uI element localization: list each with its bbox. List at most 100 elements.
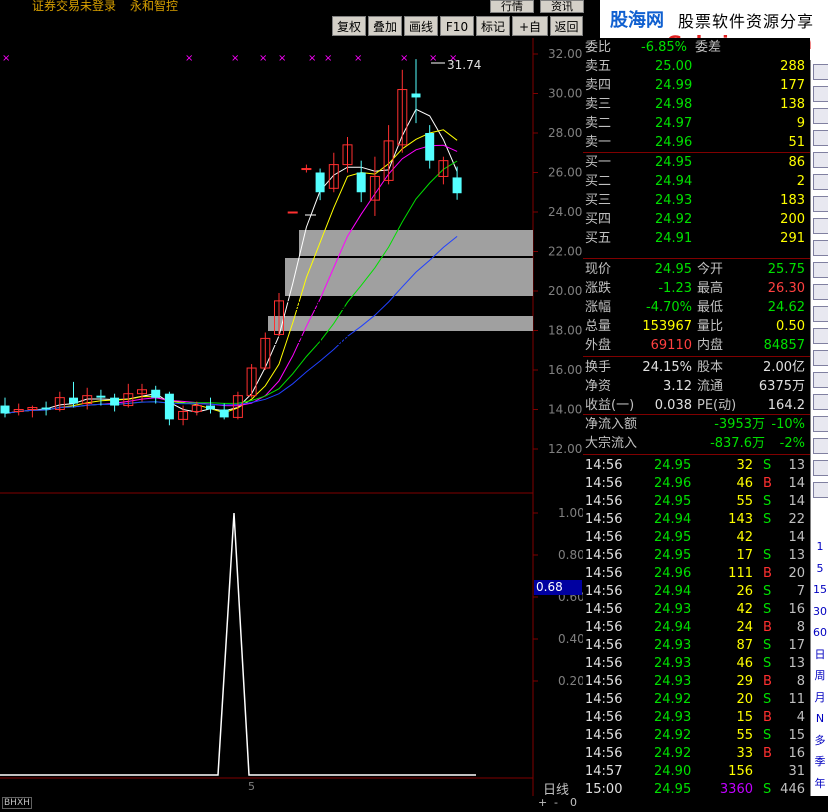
zone-lower-label: 17.94 - 18.80 bbox=[270, 334, 351, 348]
period-button[interactable]: 周 bbox=[813, 669, 827, 683]
order-price: 24.92 bbox=[655, 212, 693, 227]
period-button[interactable]: 1 bbox=[813, 540, 827, 554]
tick-count: 17 bbox=[788, 638, 805, 653]
period-button[interactable]: 多 bbox=[813, 734, 827, 748]
fundamental-row: 换手 24.15% 股本 2.00亿 bbox=[583, 358, 810, 377]
ring-icon[interactable] bbox=[813, 328, 828, 344]
bank-icon[interactable] bbox=[813, 394, 828, 410]
order-ratio-value: -6.85% bbox=[641, 40, 687, 55]
tick-price: 24.94 bbox=[654, 584, 692, 599]
flow-row: 净流入额 -3953万 -10% bbox=[583, 415, 810, 434]
self-icon[interactable] bbox=[813, 262, 828, 278]
reset-zoom-button[interactable]: 0 bbox=[570, 796, 577, 809]
trend-icon[interactable] bbox=[813, 130, 828, 146]
ask-row[interactable]: 卖二 24.97 9 bbox=[583, 114, 810, 133]
number-icon[interactable] bbox=[813, 196, 828, 212]
quote-value: 24.95 bbox=[654, 262, 692, 277]
period-button[interactable]: 季 bbox=[813, 755, 827, 769]
tick-time: 14:56 bbox=[585, 476, 623, 491]
tick-count: 22 bbox=[788, 512, 805, 527]
tick-side: B bbox=[763, 746, 772, 761]
tick-price: 24.93 bbox=[654, 638, 692, 653]
info-button[interactable]: 资讯 bbox=[540, 0, 584, 13]
f10-icon[interactable] bbox=[813, 218, 828, 234]
tick-side: S bbox=[763, 548, 772, 563]
wave-icon[interactable] bbox=[813, 350, 828, 366]
bid-row[interactable]: 买一 24.95 86 bbox=[583, 153, 810, 172]
f10-button[interactable]: F10 bbox=[440, 16, 474, 36]
period-button[interactable]: 年 bbox=[813, 777, 827, 791]
tick-volume: 55 bbox=[736, 728, 753, 743]
fundamental-value: 0.038 bbox=[654, 398, 692, 413]
flow-label: 净流入额 bbox=[585, 417, 638, 432]
back-button[interactable]: 返回 bbox=[550, 16, 583, 36]
candle-body-down bbox=[315, 172, 325, 193]
restore-rights-button[interactable]: 复权 bbox=[332, 16, 366, 36]
f2-icon[interactable] bbox=[813, 284, 828, 300]
order-diff-label: 委差 bbox=[695, 40, 722, 55]
tick-side: S bbox=[763, 458, 772, 473]
tick-volume: 24 bbox=[736, 620, 753, 635]
period-button[interactable]: 30 bbox=[813, 605, 827, 619]
tick-count: 20 bbox=[788, 566, 805, 581]
chart-icon[interactable] bbox=[813, 152, 828, 168]
period-button[interactable]: 5 bbox=[813, 562, 827, 576]
tick-volume: 46 bbox=[736, 656, 753, 671]
bid-row[interactable]: 买三 24.93 183 bbox=[583, 191, 810, 210]
bid-row[interactable]: 买四 24.92 200 bbox=[583, 210, 810, 229]
fx-icon[interactable] bbox=[813, 306, 828, 322]
tick-count: 4 bbox=[796, 710, 805, 725]
rsi-icon[interactable] bbox=[813, 372, 828, 388]
tick-side: S bbox=[763, 584, 772, 599]
price-axis: 32.00 30.00 28.00 26.00 24.00 22.00 20.00 18.00… bbox=[533, 47, 582, 456]
tick-side: S bbox=[763, 656, 772, 671]
login-status: 证券交易未登录 bbox=[32, 0, 117, 13]
order-volume: 177 bbox=[780, 78, 805, 93]
bar-icon[interactable] bbox=[813, 174, 828, 190]
tick-volume: 156 bbox=[728, 764, 753, 779]
f5-icon[interactable] bbox=[813, 460, 828, 476]
move-icon[interactable] bbox=[813, 416, 828, 432]
indicator-tick-label: 1.00 bbox=[558, 506, 583, 520]
fundamental-label: 收益(一) bbox=[585, 398, 635, 413]
tick-time: 14:56 bbox=[585, 548, 623, 563]
tick-side: B bbox=[763, 620, 772, 635]
quote-value: -1.23 bbox=[658, 281, 692, 296]
period-button[interactable]: N bbox=[813, 712, 827, 726]
pen-icon[interactable] bbox=[813, 438, 828, 454]
kline-chart[interactable]: × × × × × × × × × × × 32.0030.0028.0026.0024.0022.… bbox=[0, 38, 583, 796]
add-watchlist-button[interactable]: +自选 bbox=[512, 16, 548, 54]
quote-row: 涨幅 -4.70% 最低 24.62 bbox=[583, 298, 810, 317]
tick-volume: 55 bbox=[736, 494, 753, 509]
quote-value: 153967 bbox=[642, 319, 692, 334]
ask-row[interactable]: 卖一 24.96 51 bbox=[583, 133, 810, 152]
ask-row[interactable]: 卖三 24.98 138 bbox=[583, 95, 810, 114]
zoom-out-button[interactable]: - bbox=[554, 796, 558, 809]
indicator-name-tab[interactable]: BHXH bbox=[2, 797, 32, 809]
list-icon[interactable] bbox=[813, 86, 828, 102]
switch-icon[interactable] bbox=[813, 482, 828, 498]
bid-row[interactable]: 买二 24.94 2 bbox=[583, 172, 810, 191]
market-button[interactable]: 行情 bbox=[490, 0, 534, 13]
refresh-icon[interactable] bbox=[813, 64, 828, 80]
order-level-label: 买四 bbox=[585, 212, 612, 227]
zoom-in-button[interactable]: + bbox=[538, 796, 547, 809]
period-button[interactable]: 60 bbox=[813, 626, 827, 640]
bid-row[interactable]: 买五 24.91 291 bbox=[583, 229, 810, 248]
draw-line-button[interactable]: 画线 bbox=[404, 16, 438, 36]
mark-button[interactable]: 标记 bbox=[476, 16, 510, 36]
ask-row[interactable]: 卖五 25.00 288 bbox=[583, 57, 810, 76]
separator bbox=[583, 454, 810, 455]
indicator-tick-label: 0.40 bbox=[558, 632, 583, 646]
tick-count: 14 bbox=[788, 476, 805, 491]
period-button[interactable]: 日 bbox=[813, 648, 827, 662]
ask-row[interactable]: 卖四 24.99 177 bbox=[583, 76, 810, 95]
overlay-button[interactable]: 叠加 bbox=[368, 16, 402, 36]
period-button[interactable]: 月 bbox=[813, 691, 827, 705]
period-button[interactable]: 15 bbox=[813, 583, 827, 597]
tick-count: 13 bbox=[788, 656, 805, 671]
grid-icon[interactable] bbox=[813, 108, 828, 124]
tick-price: 24.93 bbox=[654, 674, 692, 689]
info-icon[interactable] bbox=[813, 240, 828, 256]
tick-row: 14:56 24.95 55 S 14 bbox=[583, 492, 810, 511]
